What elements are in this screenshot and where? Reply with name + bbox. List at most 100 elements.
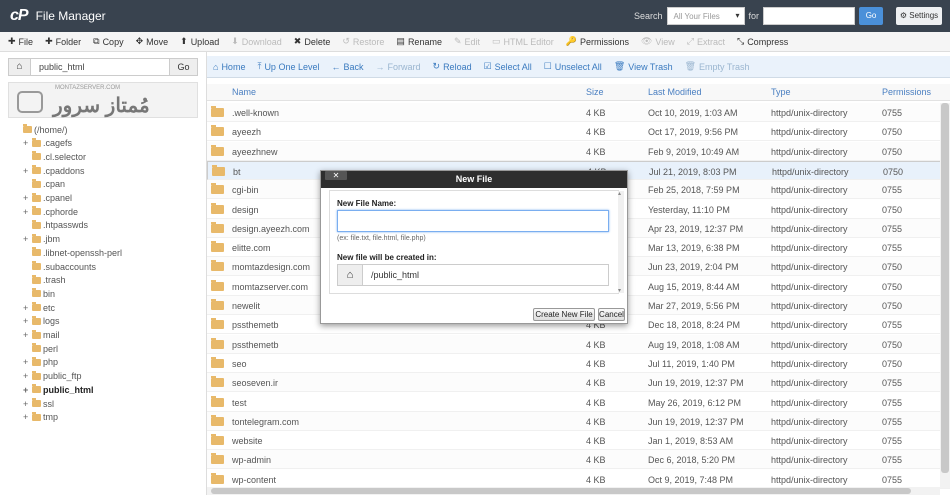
tree-item[interactable]: + .jbm xyxy=(23,233,60,246)
folder-button[interactable]: ✚ Folder xyxy=(45,36,81,47)
path-go-button[interactable]: Go xyxy=(169,59,197,75)
tree-item[interactable]: + public_ftp xyxy=(23,370,82,383)
expand-icon[interactable]: + xyxy=(23,357,31,367)
edit-button[interactable]: ✎ Edit xyxy=(454,36,480,47)
tree-item[interactable]: + php xyxy=(23,356,58,369)
up-one-level-button[interactable]: ⤒ Up One Level xyxy=(257,61,319,72)
tree-item[interactable]: .cl.selector xyxy=(23,150,86,163)
location-input[interactable]: /public_html xyxy=(363,270,419,280)
home-icon[interactable]: ⌂ xyxy=(9,59,31,75)
cell-perms: 0755 xyxy=(882,455,903,466)
expand-icon[interactable]: + xyxy=(23,234,31,244)
tree-item[interactable]: + mail xyxy=(23,329,60,342)
tree-item[interactable]: .cpan xyxy=(23,178,65,191)
app-logo[interactable]: cP File Manager xyxy=(10,7,106,25)
table-row[interactable]: ayeezh 4 KB Oct 17, 2019, 9:56 PM httpd/uni… xyxy=(207,122,950,142)
expand-icon[interactable]: + xyxy=(23,303,31,313)
tree-item[interactable]: + .cphorde xyxy=(23,205,78,218)
html-editor-button[interactable]: ▭ HTML Editor xyxy=(492,36,554,47)
tree-item[interactable]: + tmp xyxy=(23,411,58,424)
search-scope-select[interactable]: All Your Files xyxy=(666,7,745,25)
table-row[interactable]: tontelegram.com 4 KB Jun 19, 2019, 12:37 P… xyxy=(207,411,950,431)
close-icon[interactable]: ✕ xyxy=(325,171,347,180)
folder-icon xyxy=(32,192,41,202)
tree-item[interactable]: (/home/) xyxy=(14,123,68,136)
download-button[interactable]: ⬇ Download xyxy=(231,36,282,47)
view-button[interactable]: 👁 View xyxy=(641,36,675,47)
move-button[interactable]: ✥ Move xyxy=(136,36,169,47)
nav-label: Back xyxy=(343,61,364,72)
for-label: for xyxy=(748,11,760,21)
back-button[interactable]: ← Back xyxy=(331,62,363,72)
create-new-file-button[interactable]: Create New File xyxy=(533,308,595,321)
tree-item[interactable]: .subaccounts xyxy=(23,260,96,273)
folder-icon xyxy=(211,106,224,117)
expand-icon[interactable]: + xyxy=(23,371,31,381)
expand-icon[interactable]: + xyxy=(23,385,31,395)
table-row[interactable]: test 4 KB May 26, 2019, 6:12 PM httpd/unix-… xyxy=(207,393,950,412)
tree-item[interactable]: .trash xyxy=(23,274,66,287)
rename-button[interactable]: ▤ Rename xyxy=(396,36,442,47)
table-row[interactable]: ayeezhnew 4 KB Feb 9, 2019, 10:49 AM httpd/… xyxy=(207,141,950,161)
expand-icon[interactable]: + xyxy=(23,193,31,203)
dialog-scrollbar[interactable] xyxy=(618,190,624,294)
compress-button[interactable]: ⤡ Compress xyxy=(737,36,788,47)
column-name[interactable]: Name xyxy=(232,87,256,97)
table-row[interactable]: .well-known 4 KB Oct 10, 2019, 1:03 AM http… xyxy=(207,103,950,122)
expand-icon[interactable]: + xyxy=(23,138,31,148)
column-permissions[interactable]: Permissions xyxy=(882,87,931,97)
permissions-button[interactable]: 🔑 Permissions xyxy=(566,36,629,47)
expand-icon[interactable]: + xyxy=(23,207,31,217)
expand-icon[interactable]: + xyxy=(23,166,31,176)
table-row[interactable]: website 4 KB Jan 1, 2019, 8:53 AM httpd/uni… xyxy=(207,431,950,451)
tree-item[interactable]: perl xyxy=(23,342,58,355)
cell-perms: 0750 xyxy=(882,204,903,215)
tree-item[interactable]: .libnet-openssh-perl xyxy=(23,246,122,259)
select-all-button[interactable]: ☑ Select All xyxy=(484,61,532,72)
tree-item[interactable]: + .cpaddons xyxy=(23,164,85,177)
table-row[interactable]: seo 4 KB Jul 11, 2019, 1:40 PM httpd/unix-d… xyxy=(207,354,950,373)
empty-trash-button[interactable]: 🗑 Empty Trash xyxy=(685,61,750,72)
delete-button[interactable]: ✖ Delete xyxy=(294,36,331,47)
path-input[interactable]: public_html xyxy=(31,62,169,72)
search-go-button[interactable]: Go xyxy=(859,7,884,25)
copy-button[interactable]: ⧉ Copy xyxy=(93,36,123,47)
expand-icon[interactable]: + xyxy=(23,330,31,340)
search-input[interactable] xyxy=(763,7,856,25)
expand-icon[interactable]: + xyxy=(23,412,31,422)
table-row[interactable]: seoseven.ir 4 KB Jun 19, 2019, 12:37 PM htt… xyxy=(207,373,950,393)
settings-button[interactable]: ⚙ Settings xyxy=(896,7,942,25)
expand-icon[interactable]: + xyxy=(23,316,31,326)
reload-button[interactable]: ↻ Reload xyxy=(433,61,472,72)
tree-item[interactable]: + .cagefs xyxy=(23,137,72,150)
tree-item[interactable]: bin xyxy=(23,287,55,300)
tree-item[interactable]: + etc xyxy=(23,301,55,314)
horizontal-scrollbar[interactable] xyxy=(207,487,940,495)
vertical-scrollbar[interactable] xyxy=(940,103,950,488)
scroll-thumb[interactable] xyxy=(941,103,949,473)
column-last-modified[interactable]: Last Modified xyxy=(648,87,702,97)
extract-button[interactable]: ⤢ Extract xyxy=(687,36,725,47)
restore-button[interactable]: ↺ Restore xyxy=(342,36,384,47)
table-row[interactable]: wp-admin 4 KB Dec 6, 2018, 5:20 PM httpd/un… xyxy=(207,450,950,470)
tree-item[interactable]: + public_html xyxy=(23,383,94,396)
unselect-all-button[interactable]: ☐ Unselect All xyxy=(544,61,602,72)
file-button[interactable]: ✚ File xyxy=(8,36,33,47)
forward-button[interactable]: → Forward xyxy=(376,62,421,72)
scroll-thumb[interactable] xyxy=(211,488,911,494)
expand-icon[interactable]: + xyxy=(23,399,31,409)
column-type[interactable]: Type xyxy=(771,87,791,97)
cell-size: 4 KB xyxy=(586,378,606,389)
tree-item[interactable]: + logs xyxy=(23,315,60,328)
table-row[interactable]: wp-content 4 KB Oct 9, 2019, 7:48 PM httpd/… xyxy=(207,470,950,489)
tree-item[interactable]: + .cpanel xyxy=(23,192,72,205)
new-file-name-input[interactable] xyxy=(337,210,609,232)
upload-button[interactable]: ⬆ Upload xyxy=(180,36,219,47)
tree-item[interactable]: + ssl xyxy=(23,397,54,410)
home-button[interactable]: ⌂ Home xyxy=(213,62,245,72)
view-trash-button[interactable]: 🗑 View Trash xyxy=(614,61,673,72)
cancel-button[interactable]: Cancel xyxy=(598,308,625,321)
table-row[interactable]: pssthemetb 4 KB Aug 19, 2018, 1:08 AM httpd… xyxy=(207,334,950,354)
column-size[interactable]: Size xyxy=(586,87,604,97)
tree-item[interactable]: .htpasswds xyxy=(23,219,88,232)
